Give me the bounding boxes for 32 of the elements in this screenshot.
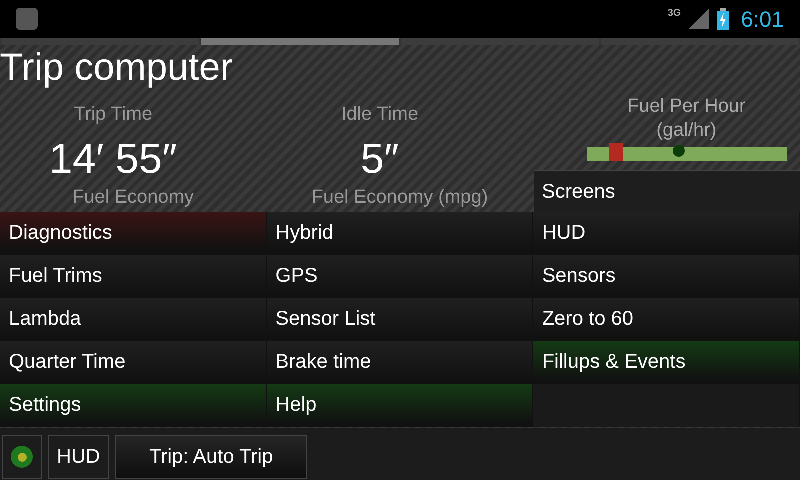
gauge-value: 14′ 55″ bbox=[49, 138, 178, 180]
menu-item[interactable]: Brake time bbox=[266, 341, 532, 384]
gauge-label: Fuel Economy bbox=[72, 186, 196, 210]
menu-item[interactable]: Lambda bbox=[0, 298, 266, 341]
menu-item[interactable]: Fillups & Events bbox=[533, 341, 799, 384]
network-label: 3G bbox=[668, 7, 682, 21]
menu-item[interactable]: Sensor List bbox=[266, 298, 532, 341]
menu-item[interactable]: Zero to 60 bbox=[533, 298, 799, 341]
gauge-label: Idle Time bbox=[341, 103, 419, 127]
menu-item[interactable]: Help bbox=[266, 384, 532, 427]
menu-item[interactable]: Fuel Trims bbox=[0, 255, 266, 298]
status-led-button[interactable] bbox=[2, 435, 42, 479]
menu-item[interactable]: Sensors bbox=[533, 255, 799, 298]
battery-charging-icon bbox=[717, 8, 730, 30]
clock: 6:01 bbox=[741, 6, 784, 34]
menu-item[interactable]: Diagnostics bbox=[0, 212, 266, 255]
menu-item[interactable]: HUD bbox=[533, 212, 799, 255]
app-logo-icon bbox=[16, 8, 38, 30]
gauge-label: Trip Time bbox=[74, 103, 153, 127]
gauge-label: Fuel Economy (mpg) bbox=[310, 186, 490, 210]
hud-button[interactable]: HUD bbox=[48, 435, 110, 479]
signal-icon bbox=[689, 9, 710, 29]
menu-item[interactable]: Settings bbox=[0, 384, 266, 427]
menu-item[interactable]: Hybrid bbox=[266, 212, 532, 255]
status-led-icon bbox=[11, 446, 33, 468]
trip-button[interactable]: Trip: Auto Trip bbox=[115, 435, 308, 479]
gauge-label: Fuel Per Hour (gal/hr) bbox=[626, 95, 747, 143]
page-title: Trip computer bbox=[0, 46, 234, 87]
gauge-value: 5″ bbox=[360, 138, 400, 180]
menu-item[interactable]: GPS bbox=[266, 255, 532, 298]
menu-header: Screens bbox=[534, 170, 800, 212]
menu-item[interactable]: Quarter Time bbox=[0, 341, 266, 384]
